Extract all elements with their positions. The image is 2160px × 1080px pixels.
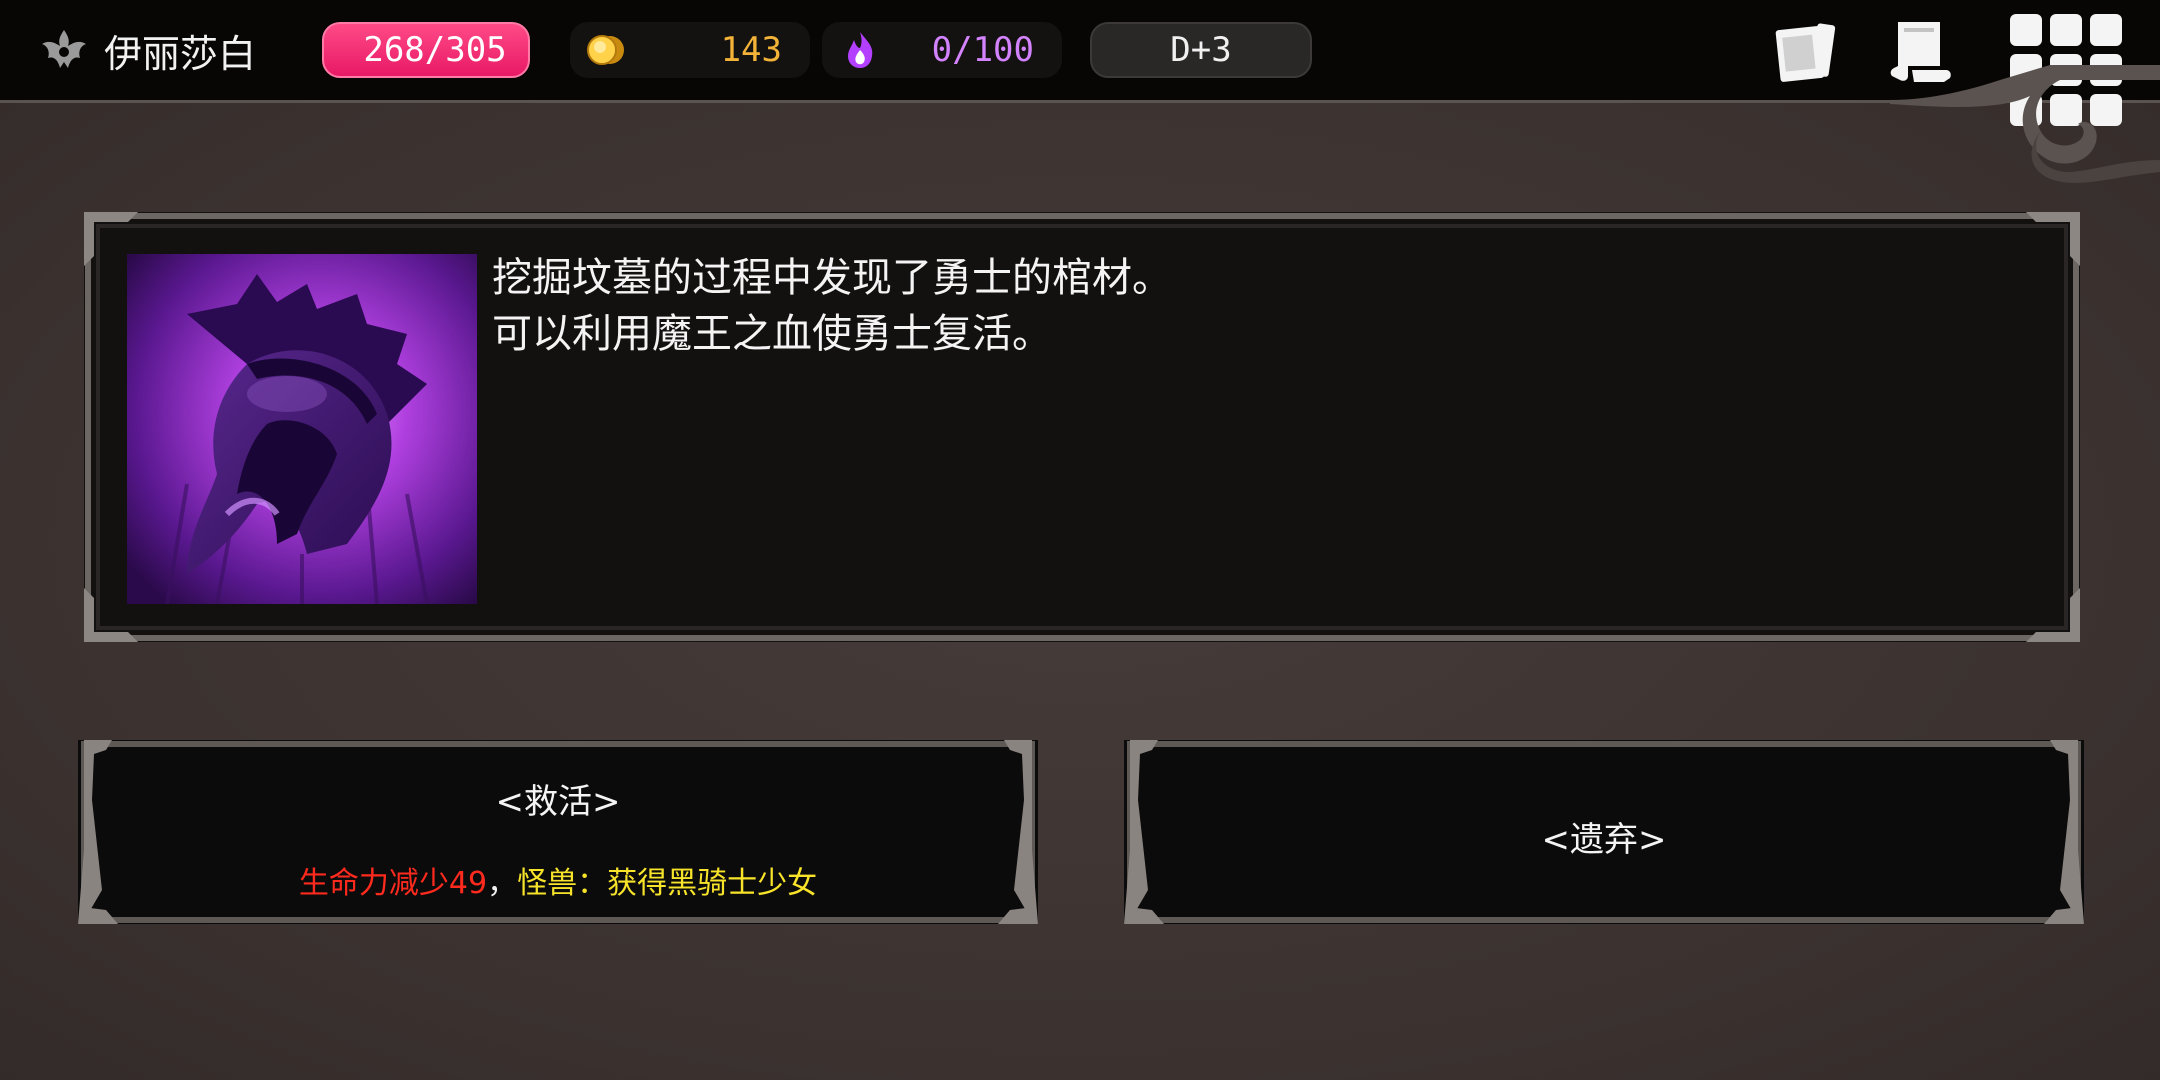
gold-counter: 143: [570, 22, 810, 78]
effect-cost: 生命力减少49: [298, 866, 488, 901]
gold-coins-icon: [587, 35, 624, 65]
player-info[interactable]: 伊丽莎白: [36, 22, 256, 78]
soul-flame-icon: [848, 32, 873, 68]
demon-crest-icon: [42, 30, 86, 68]
abandon-choice-button[interactable]: <遗弃>: [1124, 740, 2084, 924]
effect-separator: ，: [487, 866, 518, 901]
hp-counter: 268/305: [322, 22, 530, 78]
revive-label: <救活>: [495, 782, 621, 822]
event-line-2: 可以利用魔王之血使勇士复活。: [492, 311, 1052, 357]
event-description: 挖掘坟墓的过程中发现了勇士的棺材。 可以利用魔王之血使勇士复活。: [492, 250, 2012, 362]
day-counter: D+3: [1090, 22, 1312, 78]
soul-counter: 0/100: [822, 22, 1062, 78]
effect-reward: 怪兽：获得黑骑士少女: [517, 866, 818, 901]
revive-choice-button[interactable]: <救活> 生命力减少49，怪兽：获得黑骑士少女: [78, 740, 1038, 924]
cards-icon[interactable]: [1772, 14, 1846, 88]
revive-effect: 生命力减少49，怪兽：获得黑骑士少女: [78, 858, 1038, 902]
gold-value: 143: [720, 30, 782, 70]
hud-ornament: [1890, 65, 2160, 183]
abandon-label: <遗弃>: [1541, 820, 1667, 860]
day-value: D+3: [1170, 30, 1232, 70]
soul-value: 0/100: [931, 30, 1034, 70]
hp-value: 268/305: [363, 30, 507, 70]
top-hud: 伊丽莎白 268/305 143 0/100 D+3: [0, 0, 2160, 126]
player-name: 伊丽莎白: [104, 31, 257, 76]
event-panel: 挖掘坟墓的过程中发现了勇士的棺材。 可以利用魔王之血使勇士复活。: [84, 212, 2080, 642]
spartan-helmet-icon: [127, 254, 477, 604]
game-screen: 伊丽莎白 268/305 143 0/100 D+3 挖掘坟墓的过程中发现了勇士…: [0, 0, 2160, 1080]
event-line-1: 挖掘坟墓的过程中发现了勇士的棺材。: [492, 255, 1172, 301]
